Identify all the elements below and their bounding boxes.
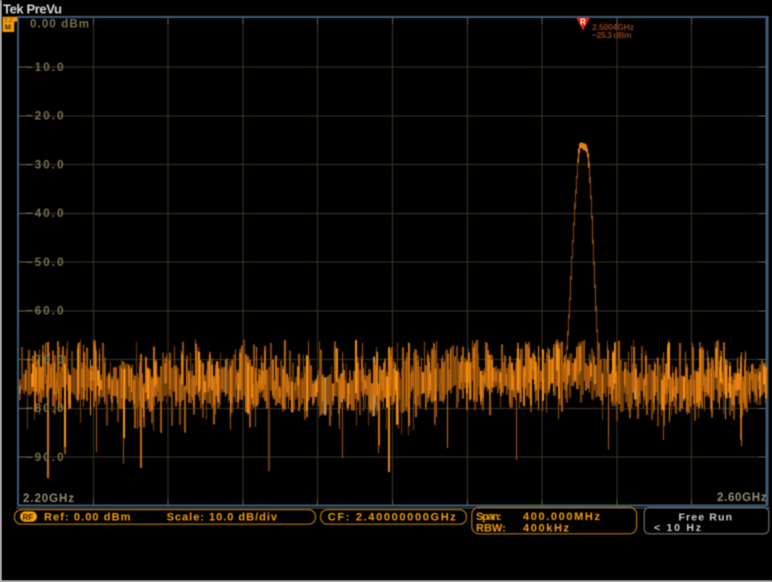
svg-text:−30.0: −30.0 [26, 159, 64, 171]
svg-text:−20.0: −20.0 [26, 111, 64, 123]
svg-text:Tek PreVu: Tek PreVu [3, 1, 62, 16]
svg-text:R: R [580, 18, 586, 27]
svg-text:400kHz: 400kHz [523, 522, 570, 534]
svg-text:−80.0: −80.0 [26, 403, 64, 415]
svg-text:2.60GHz: 2.60GHz [717, 492, 767, 504]
svg-text:2.20GHz: 2.20GHz [23, 493, 74, 505]
svg-text:−70.0: −70.0 [26, 355, 64, 367]
svg-text:RF: RF [23, 513, 34, 522]
svg-text:−10.0: −10.0 [26, 62, 64, 74]
svg-text:RBW:: RBW: [476, 522, 506, 534]
svg-text:Scale: 10.0 dB/div: Scale: 10.0 dB/div [167, 511, 278, 523]
svg-text:−50.0: −50.0 [26, 257, 64, 269]
svg-text:M: M [5, 23, 11, 32]
svg-text:CF: 2.40000000GHz: CF: 2.40000000GHz [328, 511, 457, 523]
svg-text:−60.0: −60.0 [26, 306, 64, 318]
svg-text:−40.0: −40.0 [26, 208, 64, 220]
svg-text:0.00 dBm: 0.00 dBm [30, 19, 89, 31]
svg-text:−90.0: −90.0 [26, 452, 64, 464]
svg-text:Ref: 0.00 dBm: Ref: 0.00 dBm [44, 511, 131, 523]
svg-text:−25.3 dBm: −25.3 dBm [592, 30, 632, 40]
svg-text:< 10 Hz: < 10 Hz [654, 522, 701, 534]
